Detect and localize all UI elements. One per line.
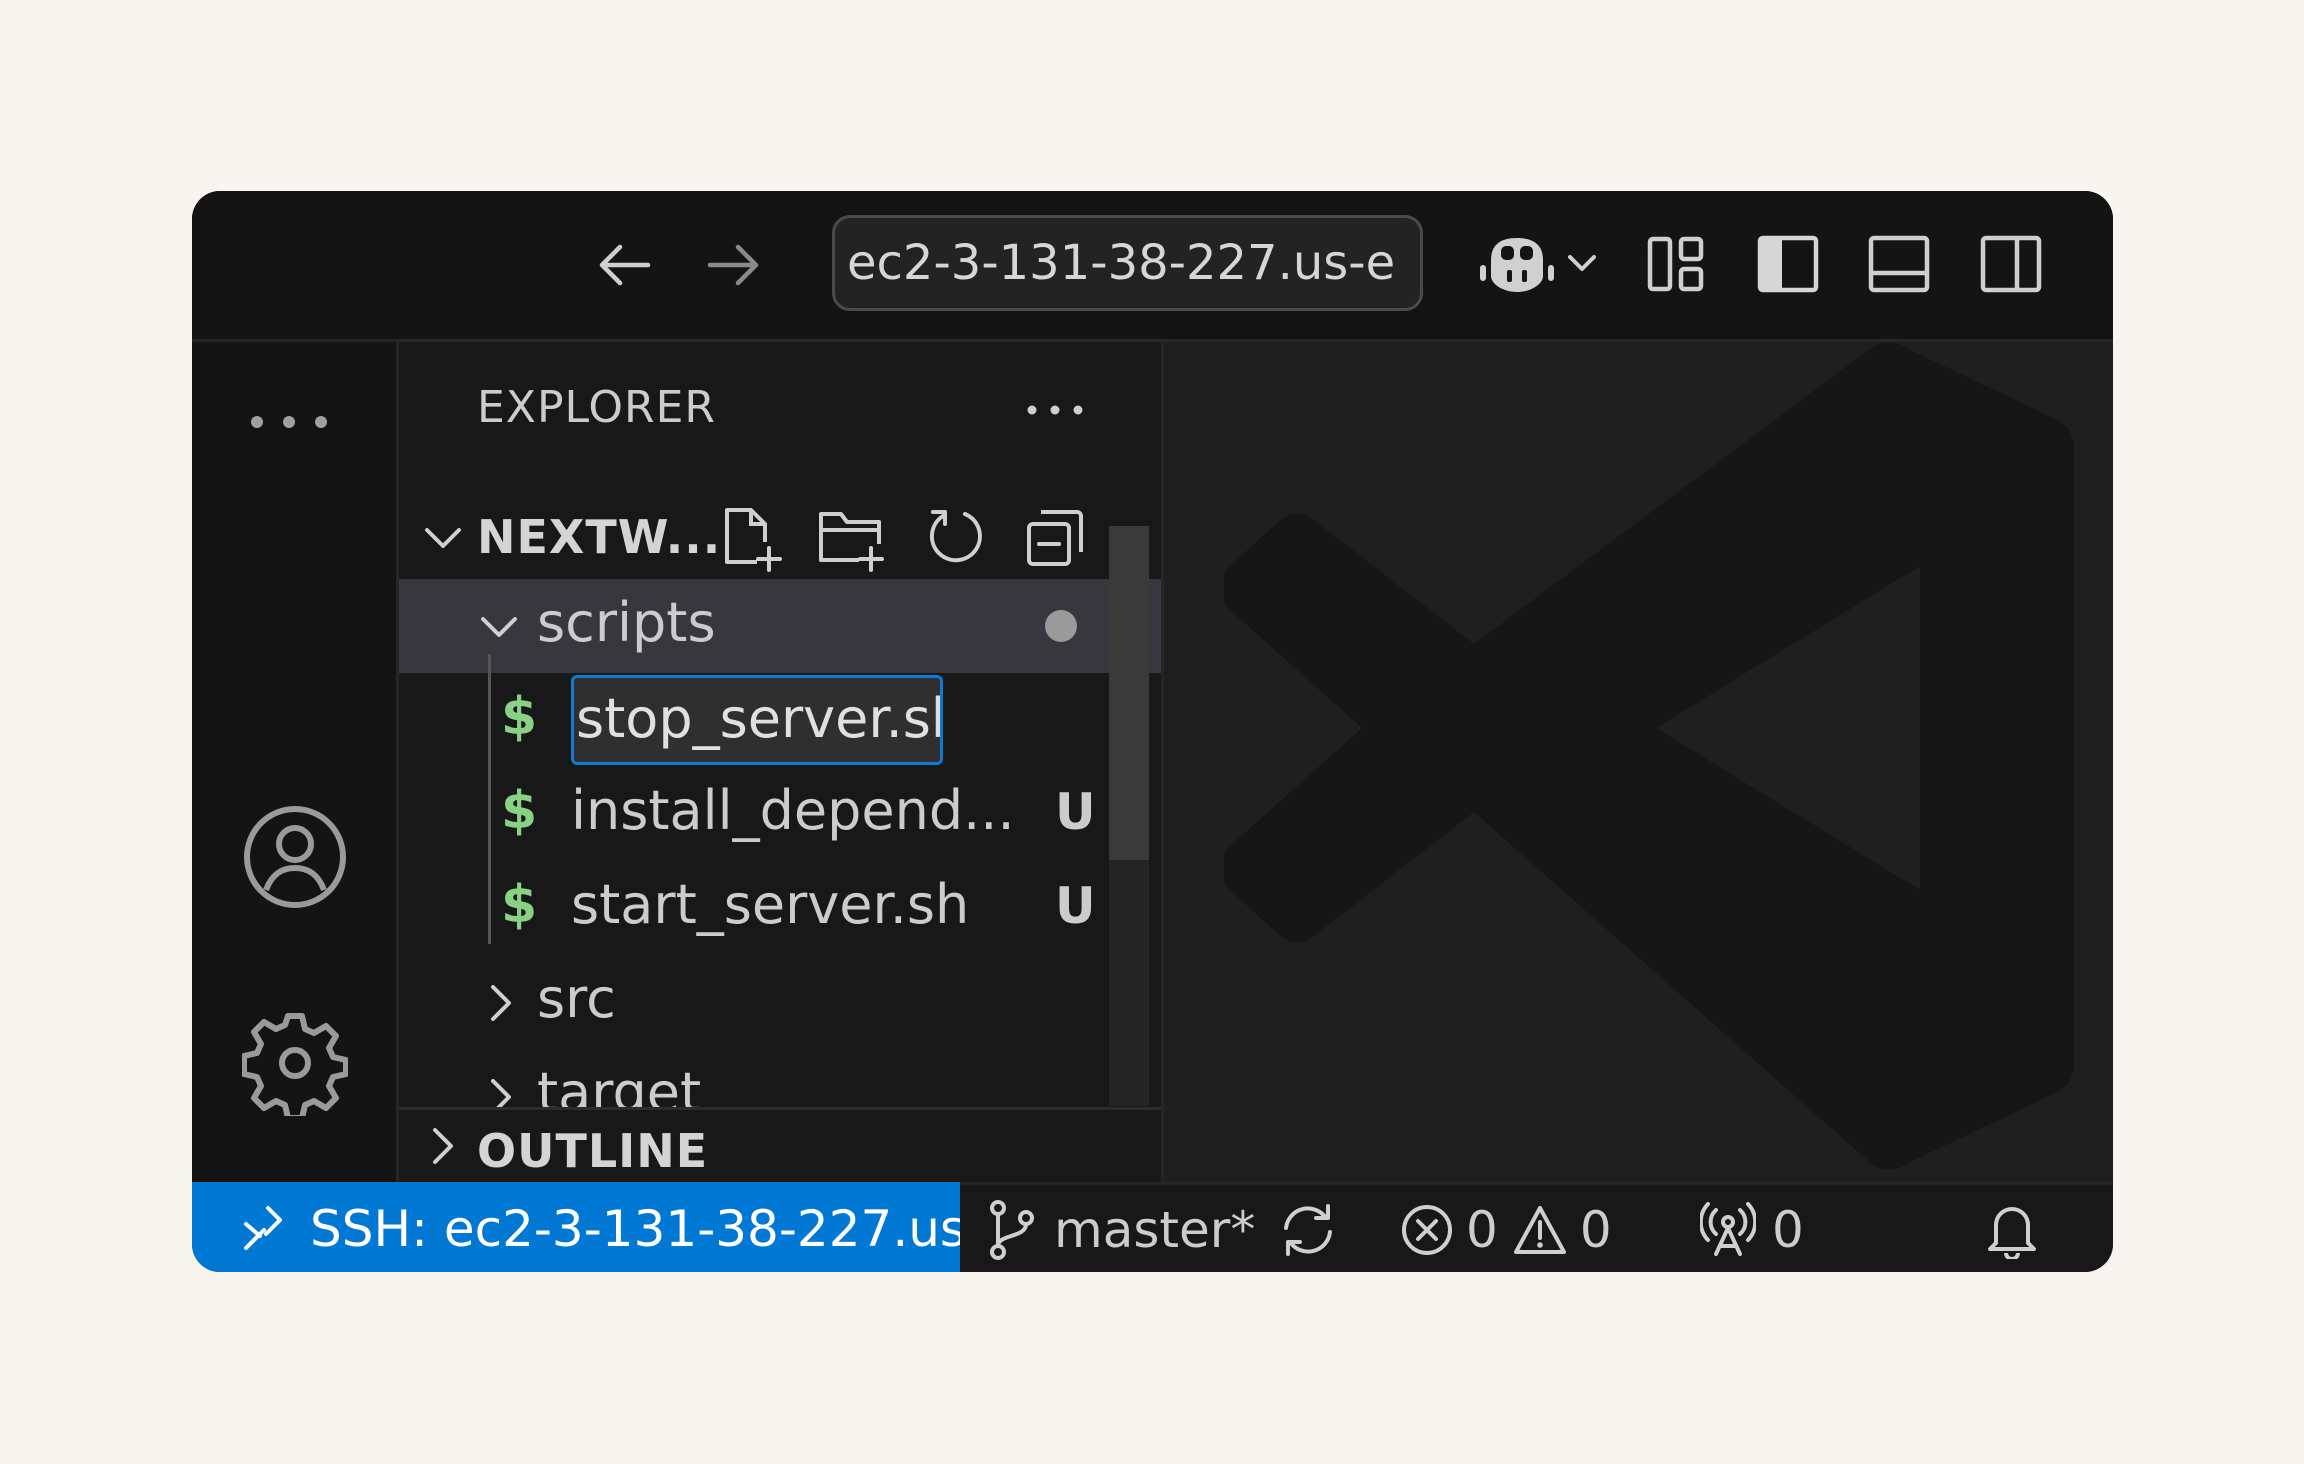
toggle-panel-icon	[1868, 235, 1930, 293]
activity-more-button[interactable]	[244, 392, 334, 452]
sync-icon	[1284, 1204, 1332, 1256]
tree-file-install-dependencies[interactable]: $ install_depend... U	[399, 767, 1161, 861]
editor-area	[1164, 342, 2113, 1182]
remote-indicator-button[interactable]: SSH: ec2-3-131-38-227.us-east-2.compute.…	[192, 1182, 960, 1272]
folder-label: scripts	[537, 591, 716, 654]
more-icon	[1027, 405, 1083, 415]
customize-layout-icon	[1647, 236, 1704, 292]
new-folder-icon	[819, 512, 884, 572]
chevron-right-icon	[491, 985, 511, 1021]
toggle-panel-button[interactable]	[1866, 231, 1932, 297]
arrow-left-icon	[599, 244, 651, 286]
workspace-section-header[interactable]: NEXTW...	[399, 492, 1161, 582]
manage-button[interactable]	[240, 1008, 350, 1118]
accounts-button[interactable]	[240, 802, 350, 912]
folder-label: src	[537, 967, 616, 1030]
radio-tower-icon	[1700, 1202, 1756, 1256]
collapse-folders-button[interactable]	[1025, 506, 1087, 572]
shell-script-icon: $	[501, 781, 538, 841]
vscode-window: ec2-3-131-38-227.us-e EXPLORER NEXTW... …	[192, 191, 2113, 1272]
explorer-title: EXPLORER	[477, 382, 716, 433]
outline-title: OUTLINE	[477, 1124, 709, 1178]
shell-script-icon: $	[501, 687, 538, 747]
warning-count: 0	[1579, 1201, 1612, 1259]
new-file-button[interactable]	[717, 506, 783, 576]
refresh-icon	[929, 510, 982, 563]
chevron-right-icon	[433, 1128, 453, 1164]
toggle-primary-sidebar-button[interactable]	[1755, 231, 1821, 297]
tree-file-start-server[interactable]: $ start_server.sh U	[399, 861, 1161, 955]
shell-script-icon: $	[501, 875, 538, 935]
account-icon	[244, 806, 346, 908]
arrow-right-icon	[707, 244, 759, 286]
customize-layout-button[interactable]	[1644, 231, 1708, 297]
new-folder-button[interactable]	[817, 506, 887, 576]
explorer-more-actions-button[interactable]	[1025, 402, 1085, 421]
workspace-name: NEXTW...	[477, 510, 722, 564]
command-center-label: ec2-3-131-38-227.us-e	[847, 235, 1396, 291]
new-file-icon	[725, 508, 782, 572]
gear-icon	[242, 1013, 348, 1116]
go-back-button[interactable]	[592, 233, 656, 297]
copilot-menu-button[interactable]	[1562, 243, 1602, 283]
copilot-icon	[1480, 238, 1554, 292]
collapse-all-icon	[1027, 510, 1083, 566]
forwarded-ports-button[interactable]: 0	[1700, 1185, 1804, 1272]
branch-name: master*	[1054, 1201, 1256, 1259]
git-untracked-badge: U	[1055, 783, 1096, 841]
go-forward-button[interactable]	[702, 233, 766, 297]
rename-input-value: stop_server.sh	[576, 687, 943, 750]
command-center-search[interactable]: ec2-3-131-38-227.us-e	[832, 215, 1423, 311]
ports-count: 0	[1772, 1201, 1804, 1259]
file-label: install_depend...	[571, 779, 1015, 842]
toggle-secondary-sidebar-icon	[1980, 235, 2042, 293]
problems-button[interactable]: 0 0	[1400, 1185, 1612, 1272]
error-count: 0	[1466, 1201, 1498, 1259]
git-branch-icon	[990, 1200, 1034, 1260]
remote-connection-icon	[244, 1206, 282, 1250]
chevron-down-icon	[481, 617, 517, 637]
source-control-branch-button[interactable]: master*	[988, 1185, 1255, 1272]
toggle-secondary-sidebar-button[interactable]	[1978, 231, 2044, 297]
vscode-logo-watermark-icon	[1224, 342, 2074, 1170]
error-icon	[1402, 1205, 1452, 1255]
title-bar: ec2-3-131-38-227.us-e	[192, 191, 2113, 342]
git-untracked-badge: U	[1055, 877, 1096, 935]
notifications-button[interactable]	[1986, 1185, 2038, 1272]
modified-indicator	[1045, 610, 1077, 642]
chevron-down-icon	[1568, 255, 1596, 271]
chevron-down-icon	[425, 528, 461, 548]
more-icon	[251, 416, 327, 428]
tree-folder-scripts[interactable]: scripts	[399, 579, 1161, 673]
file-label: start_server.sh	[571, 873, 970, 936]
outline-section-header[interactable]: OUTLINE	[399, 1107, 1161, 1182]
rename-file-input[interactable]: stop_server.sh	[571, 675, 943, 765]
copilot-button[interactable]	[1477, 227, 1557, 303]
explorer-sidebar: EXPLORER NEXTW... scripts $ $ install_de…	[399, 342, 1164, 1182]
sync-changes-button[interactable]	[1278, 1185, 1338, 1272]
activity-bar	[192, 342, 399, 1182]
bell-icon	[1988, 1207, 2036, 1259]
explorer-scrollbar-thumb[interactable]	[1109, 526, 1149, 860]
toggle-primary-sidebar-icon	[1757, 235, 1819, 293]
warning-icon	[1513, 1206, 1566, 1254]
refresh-explorer-button[interactable]	[923, 506, 987, 574]
remote-host-label: SSH: ec2-3-131-38-227.us-east-2.compute.…	[310, 1200, 960, 1258]
status-bar: SSH: ec2-3-131-38-227.us-east-2.compute.…	[192, 1182, 2113, 1272]
tree-folder-src[interactable]: src	[399, 955, 1161, 1049]
